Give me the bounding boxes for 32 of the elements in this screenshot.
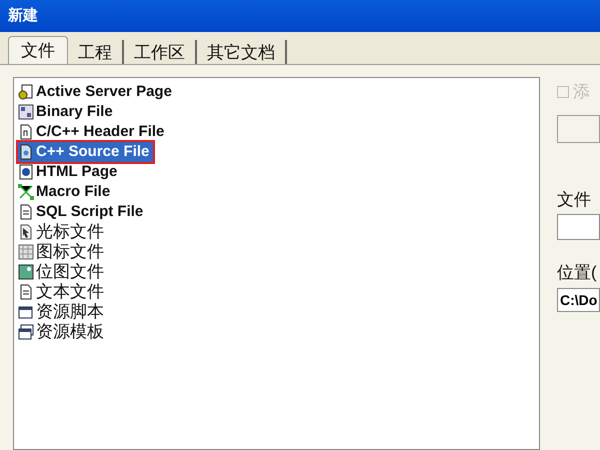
list-item[interactable]: C++ Source File (18, 142, 154, 162)
window-icon (18, 304, 34, 320)
checkbox-label: 添 (573, 81, 590, 103)
list-item[interactable]: Active Server Page (18, 82, 176, 102)
location-label: 位置( (557, 262, 598, 284)
grid-icon (18, 104, 34, 120)
list-item[interactable]: HTML Page (18, 162, 122, 182)
document-icon (18, 124, 34, 140)
list-item[interactable]: 位图文件 (18, 262, 108, 282)
globe-icon (18, 164, 34, 180)
document-icon (18, 284, 34, 300)
list-item[interactable]: SQL Script File (18, 202, 148, 222)
list-item[interactable]: 资源模板 (18, 322, 108, 342)
project-field[interactable] (557, 114, 600, 142)
window-icon (18, 324, 34, 340)
list-item[interactable]: C/C++ Header File (18, 122, 168, 142)
list-item[interactable]: 光标文件 (18, 222, 108, 242)
list-item[interactable]: 图标文件 (18, 242, 108, 262)
location-field[interactable]: C:\Do (557, 288, 600, 312)
file-name-field[interactable] (557, 214, 600, 240)
cursor-icon (18, 224, 34, 240)
nodes-icon (18, 184, 34, 200)
document-icon (18, 144, 34, 160)
bitmap-icon (18, 264, 34, 280)
document-icon (18, 204, 34, 220)
list-item[interactable]: 文本文件 (18, 282, 108, 302)
list-item[interactable]: 资源脚本 (18, 302, 108, 322)
list-item[interactable]: Binary File (18, 102, 117, 122)
tab[interactable]: 文件 (8, 36, 68, 64)
window-title: 新建 (8, 6, 38, 26)
list-item[interactable]: Macro File (18, 182, 114, 202)
file-name-label: 文件 (557, 188, 592, 210)
